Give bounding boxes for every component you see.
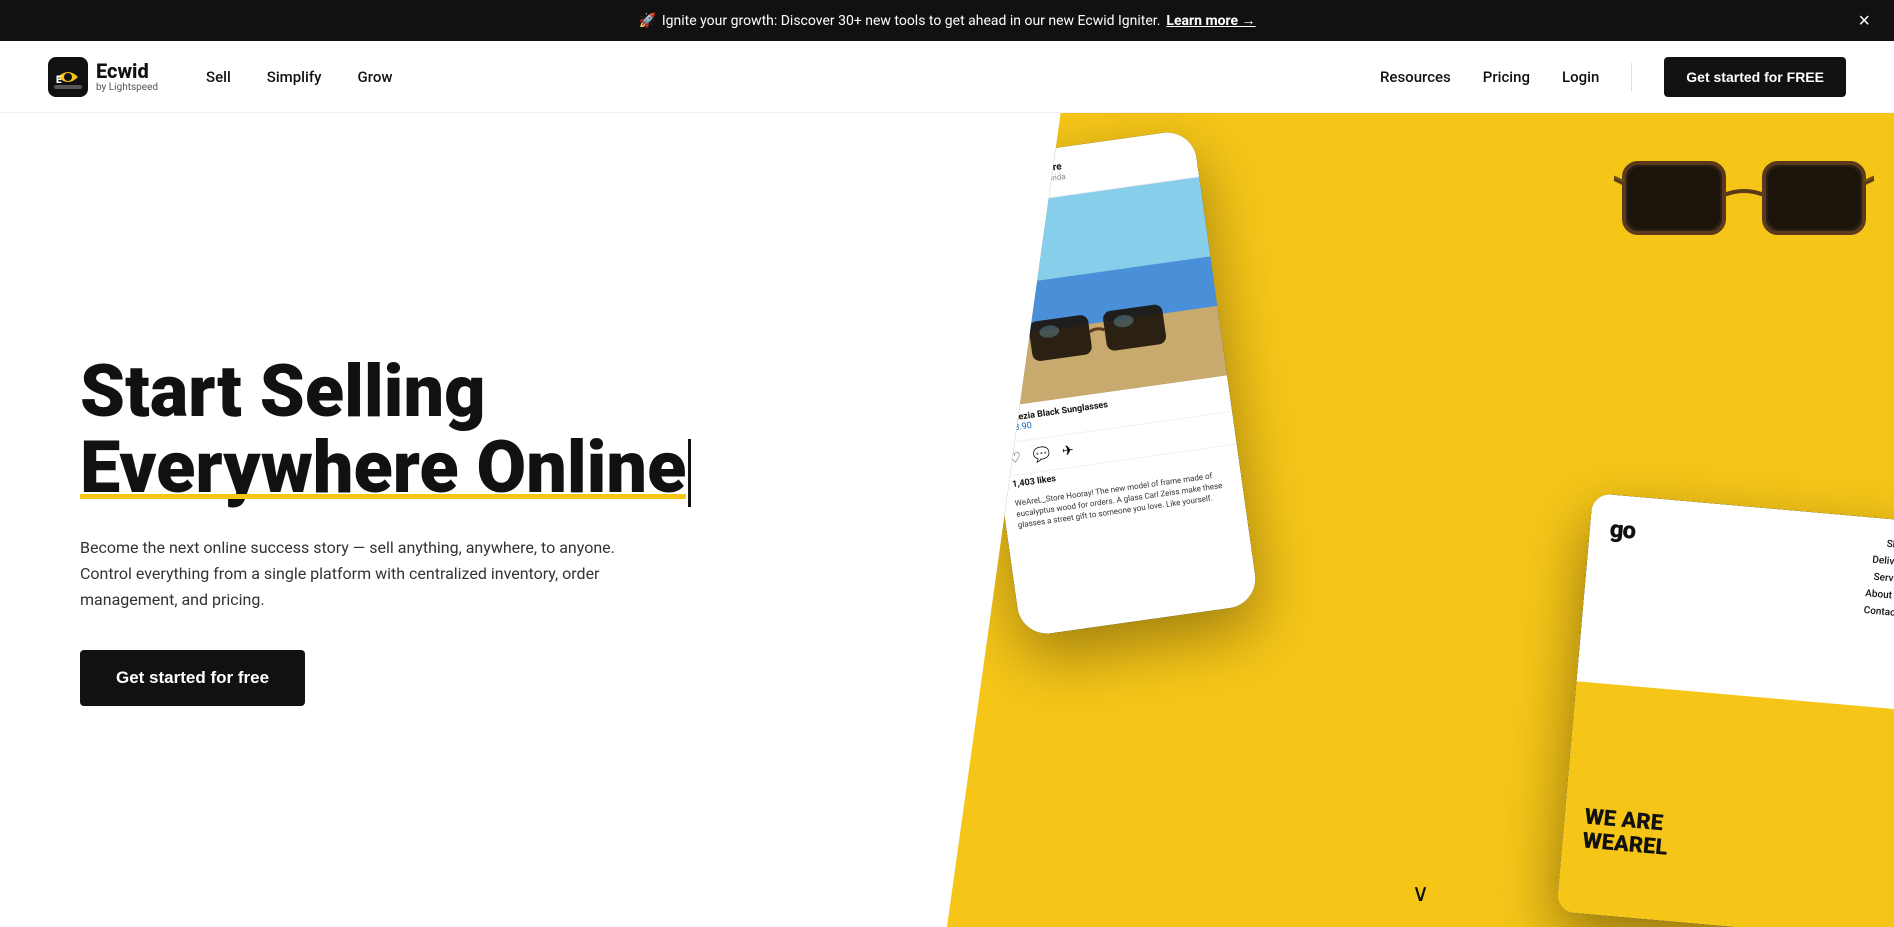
tablet-nav-service: Service (1866, 571, 1894, 585)
hero-cursor (688, 439, 691, 507)
ecwid-logo-icon: E (48, 57, 88, 97)
navbar: E Ecwid by Lightspeed Sell Simplify Grow… (0, 41, 1894, 113)
phone-mockup: wearel_store Sarasota, Florida (955, 129, 1259, 638)
phone-screen: wearel_store Sarasota, Florida (955, 129, 1259, 638)
navbar-cta-button[interactable]: Get started for FREE (1664, 57, 1846, 97)
nav-grow[interactable]: Grow (357, 68, 392, 86)
tablet-nav-delivery: Delivery (1868, 554, 1894, 568)
hero-left: Start Selling Everywhere Online Become t… (0, 113, 947, 927)
sunglasses-image (1614, 143, 1874, 283)
nav-login[interactable]: Login (1562, 68, 1599, 86)
scroll-chevron[interactable]: ∨ (1412, 879, 1430, 907)
tablet-nav-about: About us (1865, 588, 1894, 602)
phone-avatar (968, 166, 1000, 198)
nav-divider (1631, 63, 1632, 91)
hero-section: Start Selling Everywhere Online Become t… (0, 113, 1894, 927)
hero-cta-button[interactable]: Get started for free (80, 650, 305, 706)
tablet-nav-shop: Shop (1869, 537, 1894, 551)
hero-headline: Start Selling Everywhere Online (80, 354, 899, 507)
hero-subtext: Become the next online success story — s… (80, 535, 620, 614)
phone-heart-icon: ♡ (1008, 450, 1023, 468)
announcement-bar: 🚀 Ignite your growth: Discover 30+ new t… (0, 0, 1894, 41)
announcement-link[interactable]: Learn more → (1166, 12, 1255, 29)
logo-subtitle: by Lightspeed (96, 82, 158, 94)
tablet-screen: go Shop Delivery Service About us Contac… (1556, 493, 1894, 927)
phone-comment-icon: 💬 (1032, 446, 1051, 464)
logo-name: Ecwid (96, 60, 158, 82)
nav-simplify[interactable]: Simplify (267, 68, 322, 86)
nav-pricing[interactable]: Pricing (1483, 68, 1530, 86)
hero-headline-line2: Everywhere Online (80, 430, 686, 506)
nav-sell[interactable]: Sell (206, 68, 231, 86)
announcement-close-button[interactable]: × (1858, 11, 1870, 31)
tablet-nav: Shop Delivery Service About us Contac... (1863, 537, 1894, 619)
phone-share-icon: ✈ (1061, 442, 1075, 459)
nav-resources[interactable]: Resources (1380, 68, 1451, 86)
tablet-nav-contact: Contac... (1863, 605, 1894, 619)
tablet-mockup: go Shop Delivery Service About us Contac… (1556, 493, 1894, 927)
announcement-text: Ignite your growth: Discover 30+ new too… (662, 13, 1161, 29)
phone-product-image (962, 177, 1227, 408)
nav-links-right: Resources Pricing Login Get started for … (1380, 57, 1846, 97)
hero-headline-line1: Start Selling (80, 349, 486, 434)
tablet-yellow-section (1556, 681, 1894, 927)
logo-link[interactable]: E Ecwid by Lightspeed (48, 57, 158, 97)
svg-text:E: E (56, 75, 62, 86)
tablet-headline: WE ARE WEAREL (1581, 805, 1670, 861)
hero-right: wearel_store Sarasota, Florida (947, 113, 1894, 927)
nav-links-left: Sell Simplify Grow (206, 68, 1380, 86)
phone-location: Sarasota, Florida (1006, 172, 1066, 189)
rocket-icon: 🚀 (638, 13, 655, 29)
tablet-logo: go (1609, 515, 1637, 545)
